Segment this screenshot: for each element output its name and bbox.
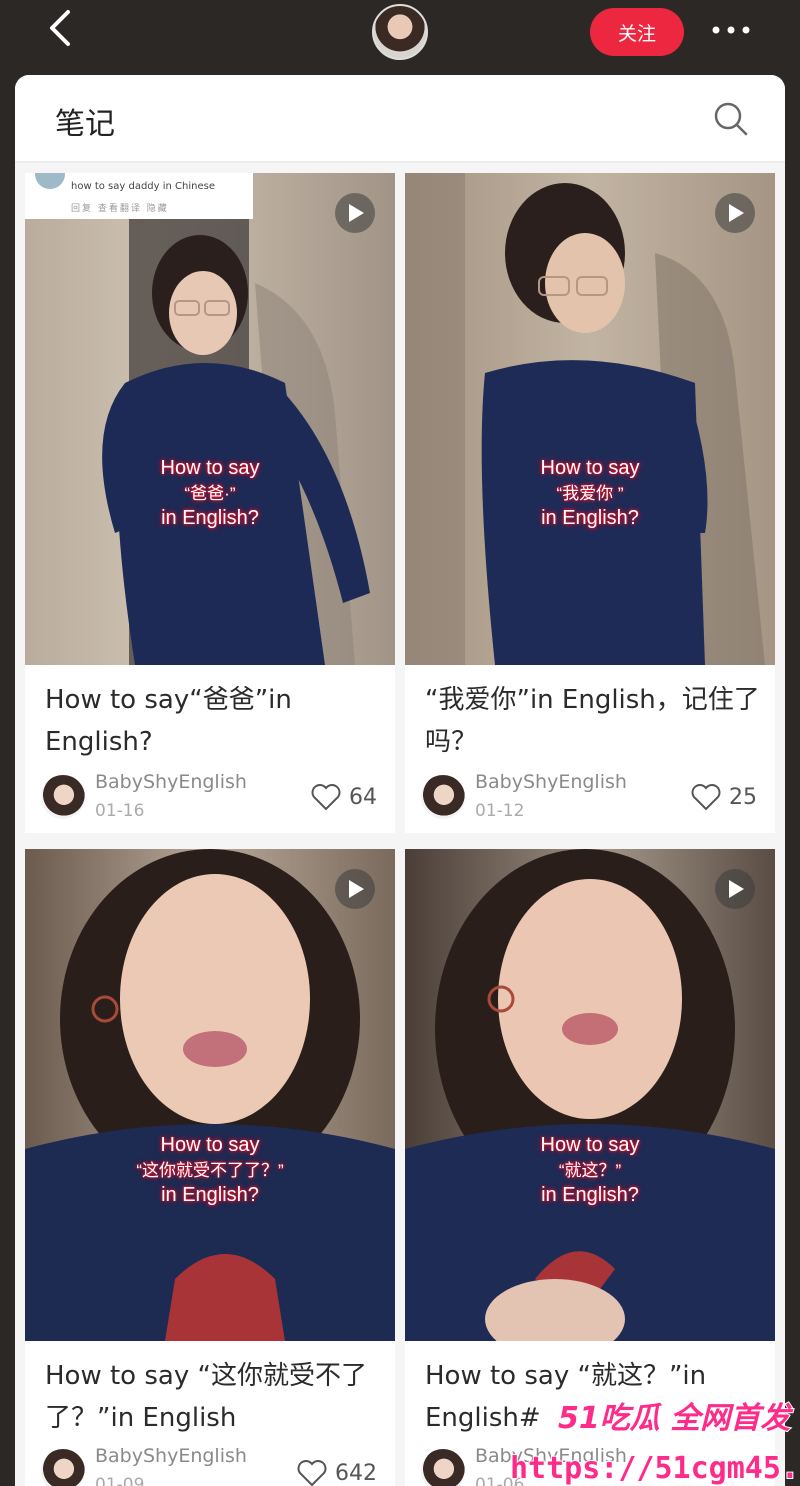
caption-line: in English? bbox=[161, 1184, 259, 1206]
notes-header: 笔记 bbox=[15, 75, 785, 163]
search-button[interactable] bbox=[713, 101, 749, 137]
like-count: 642 bbox=[335, 1460, 377, 1486]
note-title[interactable]: How to say“爸爸”in English? bbox=[45, 679, 381, 763]
notes-panel: 笔记 how to say daddy in Chinese 回复 查看翻译 隐… bbox=[15, 75, 785, 1486]
note-date: 01-12 bbox=[475, 801, 525, 821]
author-avatar[interactable] bbox=[421, 775, 465, 819]
video-thumbnail[interactable]: how to say daddy in Chinese 回复 查看翻译 隐藏 H… bbox=[25, 173, 395, 665]
more-button[interactable] bbox=[708, 18, 754, 42]
video-thumbnail[interactable]: How to say “我爱你 ” in English? bbox=[405, 173, 775, 665]
chevron-left-icon bbox=[50, 10, 70, 46]
like-button[interactable]: 25 bbox=[691, 783, 757, 811]
play-icon bbox=[729, 880, 744, 898]
play-icon bbox=[729, 204, 744, 222]
caption-line: in English? bbox=[161, 507, 259, 529]
play-button[interactable] bbox=[335, 193, 375, 233]
author-avatar[interactable] bbox=[41, 775, 85, 819]
profile-avatar[interactable] bbox=[372, 4, 428, 60]
play-button[interactable] bbox=[715, 193, 755, 233]
like-count: 25 bbox=[729, 784, 757, 810]
author-name[interactable]: BabyShyEnglish bbox=[95, 771, 247, 793]
more-dots-icon bbox=[712, 26, 750, 34]
notes-title: 笔记 bbox=[55, 107, 115, 142]
note-card[interactable]: How to say “就这？” in English? How to say … bbox=[405, 849, 775, 1486]
author-avatar[interactable] bbox=[421, 1449, 465, 1486]
follow-button[interactable]: 关注 bbox=[590, 8, 684, 56]
caption-line: How to say bbox=[160, 457, 260, 479]
author-name[interactable]: BabyShyEnglish bbox=[475, 771, 627, 793]
heart-icon bbox=[297, 1460, 327, 1486]
video-frame-illustration bbox=[405, 173, 765, 665]
like-button[interactable]: 642 bbox=[297, 1459, 377, 1486]
comment-inset: how to say daddy in Chinese 回复 查看翻译 隐藏 bbox=[25, 173, 253, 219]
video-frame-illustration bbox=[405, 849, 775, 1341]
author-name[interactable]: BabyShyEnglish bbox=[475, 1445, 627, 1467]
note-date: 01-06 bbox=[475, 1475, 525, 1486]
inset-actions: 回复 查看翻译 隐藏 bbox=[71, 204, 169, 214]
note-date: 01-09 bbox=[95, 1475, 145, 1486]
note-card[interactable]: How to say “我爱你 ” in English? “我爱你”in En… bbox=[405, 173, 775, 833]
play-button[interactable] bbox=[715, 869, 755, 909]
video-thumbnail[interactable]: How to say “就这？” in English? bbox=[405, 849, 775, 1341]
heart-icon bbox=[311, 784, 341, 811]
play-icon bbox=[349, 204, 364, 222]
note-date: 01-16 bbox=[95, 801, 145, 821]
caption-line: “就这？” bbox=[558, 1161, 622, 1180]
search-icon bbox=[714, 102, 748, 136]
caption-line: How to say bbox=[160, 1134, 260, 1156]
play-button[interactable] bbox=[335, 869, 375, 909]
caption-line: How to say bbox=[540, 457, 640, 479]
video-caption: How to say “爸爸·” in English? bbox=[25, 456, 395, 531]
video-caption: How to say “我爱你 ” in English? bbox=[405, 456, 775, 531]
video-thumbnail[interactable]: How to say “这你就受不了了？” in English? bbox=[25, 849, 395, 1341]
like-button[interactable]: 64 bbox=[311, 783, 377, 811]
note-title[interactable]: How to say “这你就受不了了？”in English bbox=[45, 1355, 381, 1439]
caption-line: in English? bbox=[541, 1184, 639, 1206]
note-title[interactable]: How to say “就这？”in English# bbox=[425, 1355, 761, 1439]
note-card[interactable]: how to say daddy in Chinese 回复 查看翻译 隐藏 H… bbox=[25, 173, 395, 833]
video-frame-illustration bbox=[25, 173, 395, 665]
video-frame-illustration bbox=[25, 849, 395, 1341]
caption-line: “我爱你 ” bbox=[556, 484, 624, 503]
video-caption: How to say “就这？” in English? bbox=[405, 1133, 775, 1208]
note-title[interactable]: “我爱你”in English，记住了吗？ bbox=[425, 679, 761, 763]
back-button[interactable] bbox=[42, 8, 78, 48]
top-bar: 关注 bbox=[0, 0, 800, 66]
play-icon bbox=[349, 880, 364, 898]
video-caption: How to say “这你就受不了了？” in English? bbox=[25, 1133, 395, 1208]
commenter-avatar bbox=[35, 173, 65, 189]
author-avatar[interactable] bbox=[41, 1449, 85, 1486]
caption-line: in English? bbox=[541, 507, 639, 529]
note-card[interactable]: How to say “这你就受不了了？” in English? How to… bbox=[25, 849, 395, 1486]
inset-question: how to say daddy in Chinese bbox=[71, 181, 215, 192]
heart-icon bbox=[691, 784, 721, 811]
caption-line: “爸爸·” bbox=[184, 484, 236, 503]
caption-line: How to say bbox=[540, 1134, 640, 1156]
caption-line: “这你就受不了了？” bbox=[136, 1161, 284, 1180]
like-count: 64 bbox=[349, 784, 377, 810]
author-name[interactable]: BabyShyEnglish bbox=[95, 1445, 247, 1467]
